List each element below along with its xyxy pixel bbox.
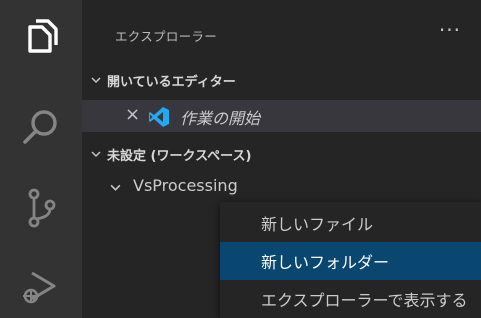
folder-row[interactable]: VsProcessing xyxy=(82,174,481,200)
open-editor-item[interactable]: × 作業の開始 xyxy=(82,100,481,132)
more-actions-button[interactable]: ··· xyxy=(439,18,461,42)
context-menu: 新しいファイル 新しいフォルダー エクスプローラーで表示する xyxy=(220,202,481,318)
menu-item-new-folder[interactable]: 新しいフォルダー xyxy=(220,242,481,280)
menu-item-new-file[interactable]: 新しいファイル xyxy=(220,204,481,242)
folder-label: VsProcessing xyxy=(133,176,238,195)
run-debug-icon[interactable] xyxy=(17,262,65,310)
vscode-window: エクスプローラー ··· 開いているエディター × 作業の開始 未設定 (ワーク… xyxy=(0,0,481,318)
chevron-down-icon xyxy=(91,77,101,84)
vscode-logo-icon xyxy=(149,107,169,127)
explorer-icon[interactable] xyxy=(17,14,65,62)
chevron-down-icon xyxy=(110,184,121,191)
menu-item-label: エクスプローラーで表示する xyxy=(261,291,468,310)
open-editors-header[interactable]: 開いているエディター xyxy=(82,66,481,94)
source-control-icon[interactable] xyxy=(17,184,65,232)
search-icon[interactable] xyxy=(17,104,65,152)
menu-item-label: 新しいファイル xyxy=(261,215,374,234)
menu-item-label: 新しいフォルダー xyxy=(261,253,390,272)
activity-bar xyxy=(0,0,82,318)
open-editor-label: 作業の開始 xyxy=(180,109,261,128)
workspace-label: 未設定 (ワークスペース) xyxy=(107,148,252,164)
sidebar-title: エクスプローラー xyxy=(115,29,218,44)
close-icon[interactable]: × xyxy=(125,104,140,125)
chevron-down-icon xyxy=(91,151,101,158)
menu-item-reveal-in-explorer[interactable]: エクスプローラーで表示する xyxy=(220,280,481,318)
workspace-header[interactable]: 未設定 (ワークスペース) xyxy=(82,140,481,168)
open-editors-label: 開いているエディター xyxy=(107,74,236,90)
sidebar-header: エクスプローラー ··· xyxy=(82,0,481,62)
